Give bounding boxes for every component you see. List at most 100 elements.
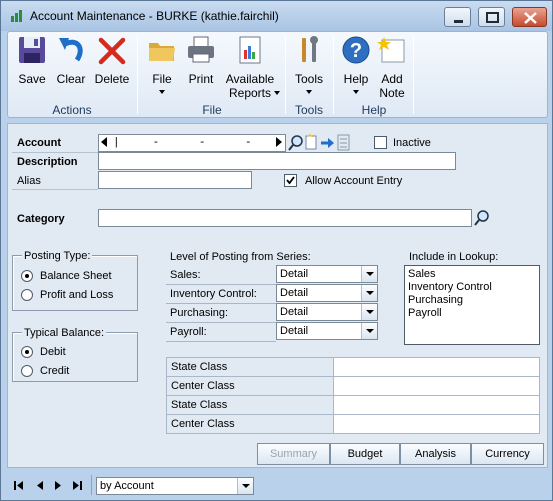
- note-icon: [377, 37, 405, 63]
- tools-icon: [302, 36, 318, 62]
- profit-and-loss-radio[interactable]: [21, 289, 33, 301]
- account-format-icon[interactable]: [336, 134, 352, 152]
- file-menu-button[interactable]: File: [144, 34, 180, 102]
- group-label-actions: Actions: [52, 103, 92, 117]
- credit-label: Credit: [40, 365, 70, 377]
- category-label: Category: [17, 213, 65, 225]
- nav-separator: [91, 475, 92, 495]
- sort-by-select[interactable]: by Account: [96, 477, 254, 495]
- checkmark-icon: [286, 176, 295, 185]
- debit-radio[interactable]: [21, 346, 33, 358]
- inactive-label: Inactive: [393, 137, 431, 149]
- save-button[interactable]: Save: [12, 34, 52, 102]
- include-in-lookup-list[interactable]: Sales Inventory Control Purchasing Payro…: [404, 265, 540, 345]
- ribbon-separator: [137, 36, 138, 114]
- app-icon: [11, 10, 22, 22]
- chevron-down-icon[interactable]: [361, 304, 377, 320]
- folder-icon: [149, 43, 175, 61]
- chevron-down-icon[interactable]: [361, 323, 377, 339]
- printer-icon: [188, 36, 214, 63]
- minimize-button[interactable]: [444, 7, 471, 27]
- available-reports-button[interactable]: Available Reports: [222, 34, 280, 102]
- title-bar: Account Maintenance - BURKE (kathie.fair…: [1, 1, 552, 31]
- ribbon-separator: [333, 36, 334, 114]
- go-to-arrow-icon[interactable]: [319, 134, 335, 152]
- chevron-down-icon: [274, 91, 280, 95]
- purchasing-posting-label: Purchasing:: [170, 307, 229, 319]
- purchasing-posting-select[interactable]: Detail: [276, 303, 378, 321]
- last-record-icon[interactable]: [71, 480, 83, 492]
- delete-x-icon: [98, 37, 126, 65]
- chevron-down-icon: [306, 90, 312, 94]
- posting-type-title: Posting Type:: [22, 250, 93, 262]
- delete-button[interactable]: Delete: [92, 34, 132, 102]
- level-of-posting-labels: Sales: Inventory Control: Purchasing: Pa…: [166, 265, 276, 343]
- category-lookup-icon[interactable]: [474, 209, 490, 227]
- currency-button[interactable]: Currency: [471, 443, 544, 465]
- alias-label: Alias: [17, 175, 41, 187]
- class-fields-table: State Class Center Class State Class Cen…: [166, 357, 540, 435]
- level-of-posting-title: Level of Posting from Series:: [170, 251, 311, 263]
- payroll-posting-label: Payroll:: [170, 326, 207, 338]
- state-class-field[interactable]: [333, 357, 540, 377]
- profit-and-loss-label: Profit and Loss: [40, 289, 114, 301]
- lookup-item-inventory-control[interactable]: Inventory Control: [408, 281, 492, 293]
- account-form: Account | - - - Inactive Description Ali…: [7, 123, 548, 468]
- add-note-button[interactable]: Add Note: [374, 34, 410, 102]
- maximize-icon: [486, 12, 499, 23]
- first-record-icon[interactable]: [13, 480, 25, 492]
- save-icon: [19, 37, 45, 63]
- new-document-icon[interactable]: [304, 134, 318, 152]
- next-record-icon[interactable]: [53, 480, 63, 492]
- report-icon: [239, 36, 261, 64]
- ribbon-toolbar: Save Clear Delete Actions File Print Ava…: [7, 31, 548, 118]
- account-field[interactable]: | - - -: [98, 134, 286, 152]
- balance-sheet-label: Balance Sheet: [40, 270, 112, 282]
- credit-radio[interactable]: [21, 365, 33, 377]
- alias-field[interactable]: [98, 171, 252, 189]
- help-menu-button[interactable]: ? Help: [338, 34, 374, 102]
- lookup-item-payroll[interactable]: Payroll: [408, 307, 442, 319]
- prev-record-icon[interactable]: [101, 137, 107, 147]
- account-label: Account: [17, 137, 61, 149]
- inventory-control-posting-label: Inventory Control:: [170, 288, 257, 300]
- debit-label: Debit: [40, 346, 66, 358]
- lookup-item-purchasing[interactable]: Purchasing: [408, 294, 463, 306]
- group-label-tools: Tools: [294, 103, 323, 117]
- inactive-checkbox[interactable]: [374, 136, 387, 149]
- balance-sheet-radio[interactable]: [21, 270, 33, 282]
- category-field[interactable]: [98, 209, 472, 227]
- center-class-field[interactable]: [333, 414, 540, 434]
- allow-account-entry-label: Allow Account Entry: [305, 175, 403, 187]
- next-record-icon[interactable]: [276, 137, 282, 147]
- chevron-down-icon[interactable]: [361, 266, 377, 282]
- state-class-label: State Class: [171, 361, 228, 373]
- allow-account-entry-checkbox[interactable]: [284, 174, 297, 187]
- chevron-down-icon[interactable]: [361, 285, 377, 301]
- print-button[interactable]: Print: [182, 34, 220, 102]
- typical-balance-title: Typical Balance:: [22, 327, 107, 339]
- tools-menu-button[interactable]: Tools: [290, 34, 328, 102]
- close-icon: [524, 12, 537, 24]
- center-class-field[interactable]: [333, 376, 540, 396]
- analysis-button[interactable]: Analysis: [400, 443, 471, 465]
- close-button[interactable]: [512, 7, 547, 27]
- clear-button[interactable]: Clear: [52, 34, 90, 102]
- lookup-icon[interactable]: [288, 134, 304, 152]
- minimize-icon: [454, 20, 463, 23]
- inventory-control-posting-select[interactable]: Detail: [276, 284, 378, 302]
- help-icon: ?: [342, 36, 370, 64]
- lookup-item-sales[interactable]: Sales: [408, 268, 436, 280]
- payroll-posting-select[interactable]: Detail: [276, 322, 378, 340]
- include-in-lookup-title: Include in Lookup:: [409, 251, 499, 263]
- state-class-field[interactable]: [333, 395, 540, 415]
- chevron-down-icon[interactable]: [237, 478, 253, 494]
- sales-posting-select[interactable]: Detail: [276, 265, 378, 283]
- maximize-button[interactable]: [478, 7, 505, 27]
- summary-button[interactable]: Summary: [257, 443, 330, 465]
- posting-type-group: [12, 255, 138, 311]
- chevron-down-icon: [159, 90, 165, 94]
- description-field[interactable]: [98, 152, 456, 170]
- budget-button[interactable]: Budget: [330, 443, 400, 465]
- previous-record-icon[interactable]: [35, 480, 45, 492]
